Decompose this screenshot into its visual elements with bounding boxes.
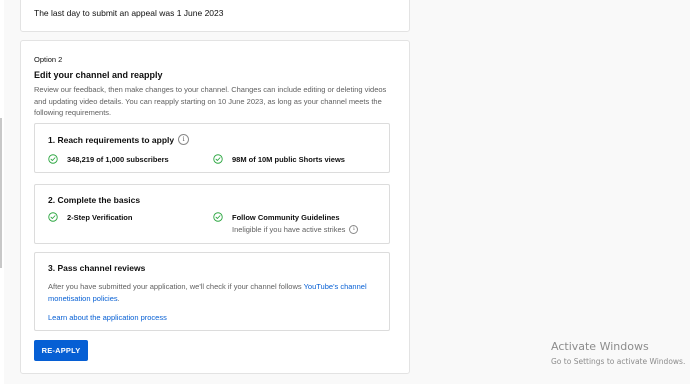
requirements-title-row: 1. Reach requirements to apply i [48, 134, 190, 145]
guidelines-block: Follow Community Guidelines Ineligible i… [232, 213, 359, 234]
check-circle-icon [48, 212, 58, 222]
check-circle-icon [213, 154, 223, 164]
watermark-subtitle: Go to Settings to activate Windows. [551, 357, 686, 366]
shorts-views-requirement: 98M of 10M public Shorts views [213, 154, 345, 164]
learn-application-process-link[interactable]: Learn about the application process [48, 313, 167, 322]
shorts-views-text: 98M of 10M public Shorts views [232, 155, 345, 164]
check-circle-icon [48, 154, 58, 164]
scroll-indicator[interactable] [0, 118, 2, 268]
option-description: Review our feedback, then make changes t… [34, 85, 387, 117]
left-edge-strip [0, 0, 4, 384]
info-icon[interactable]: i [349, 225, 359, 234]
basics-title-row: 2. Complete the basics [48, 195, 140, 205]
reviews-body-text: After you have submitted your applicatio… [48, 282, 304, 291]
guidelines-note-row: Ineligible if you have active strikes i [232, 225, 359, 234]
activate-windows-watermark: Activate Windows Go to Settings to activ… [551, 340, 685, 366]
reapply-button[interactable]: RE-APPLY [34, 340, 88, 361]
option-label: Option 2 [34, 55, 63, 64]
appeal-deadline-card: The last day to submit an appeal was 1 J… [20, 0, 410, 32]
reviews-title-row: 3. Pass channel reviews [48, 263, 145, 273]
reviews-body-suffix: . [117, 293, 120, 303]
two-step-requirement: 2-Step Verification [48, 212, 133, 222]
reviews-body: After you have submitted your applicatio… [48, 281, 373, 304]
basics-title: 2. Complete the basics [48, 195, 141, 205]
reviews-title: 3. Pass channel reviews [48, 263, 146, 273]
guidelines-text: Follow Community Guidelines [232, 213, 340, 222]
guidelines-requirement: Follow Community Guidelines Ineligible i… [213, 212, 359, 234]
requirements-title: 1. Reach requirements to apply [48, 134, 175, 145]
guidelines-note: Ineligible if you have active strikes [232, 225, 346, 234]
basics-card: 2. Complete the basics 2-Step Verificati… [34, 184, 390, 244]
appeal-deadline-text: The last day to submit an appeal was 1 J… [34, 8, 224, 18]
channel-reviews-card: 3. Pass channel reviews After you have s… [34, 252, 390, 331]
option-title: Edit your channel and reapply [34, 70, 163, 80]
info-icon[interactable]: i [178, 134, 190, 145]
subscribers-requirement: 348,219 of 1,000 subscribers [48, 154, 169, 164]
reapply-option-card: Option 2 Edit your channel and reapply R… [20, 40, 410, 374]
subscribers-text: 348,219 of 1,000 subscribers [67, 155, 169, 164]
watermark-title: Activate Windows [551, 340, 649, 353]
check-circle-icon [213, 212, 223, 222]
two-step-text: 2-Step Verification [67, 213, 133, 222]
requirements-card: 1. Reach requirements to apply i 348,219… [34, 123, 390, 173]
